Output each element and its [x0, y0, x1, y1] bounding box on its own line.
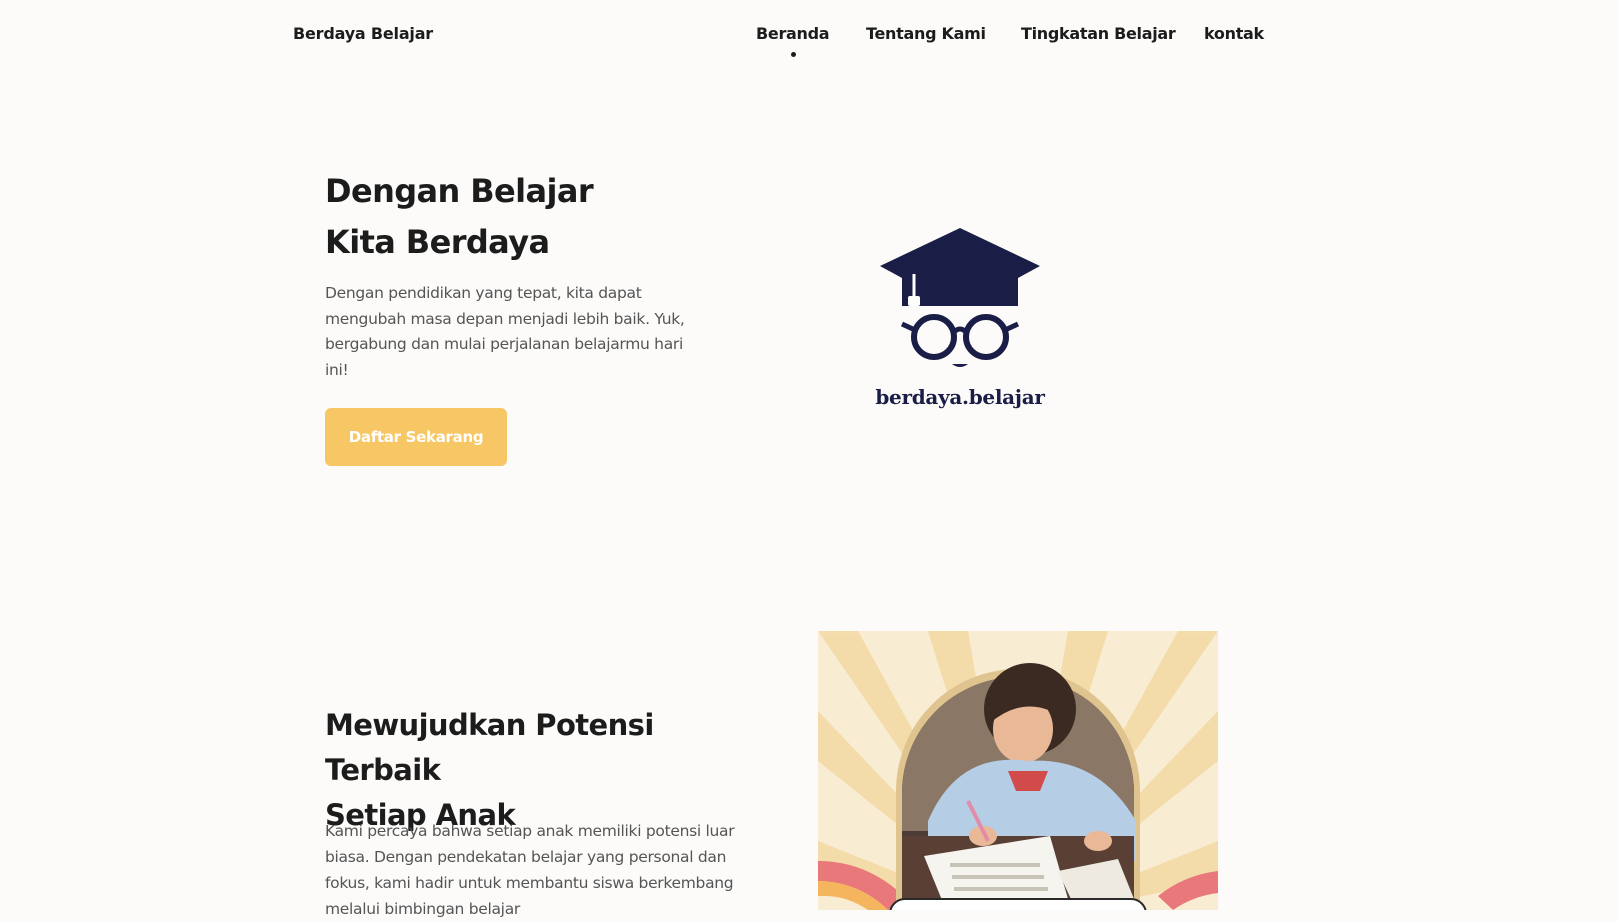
nav-label: Tingkatan Belajar: [1021, 24, 1176, 43]
student-photo-card: [818, 631, 1218, 910]
student-photo-illustration: [818, 631, 1218, 910]
daftar-sekarang-button[interactable]: Daftar Sekarang: [325, 408, 507, 466]
logo-wordmark: berdaya.belajar: [875, 385, 1045, 409]
nav-label: kontak: [1204, 24, 1264, 43]
nav-label: Tentang Kami: [866, 24, 986, 43]
nav-item-tentang-kami[interactable]: Tentang Kami: [866, 24, 986, 43]
hero-description: Dengan pendidikan yang tepat, kita dapat…: [325, 284, 685, 379]
nav-item-kontak[interactable]: kontak: [1204, 24, 1264, 43]
nav-label: Beranda: [756, 24, 830, 43]
hero-title: Dengan Belajar Kita Berdaya: [325, 166, 594, 268]
main-nav: Beranda Tentang Kami Tingkatan Belajar k…: [0, 24, 1618, 64]
section-title-line1: Mewujudkan Potensi Terbaik: [325, 708, 654, 787]
hero-title-line1: Dengan Belajar: [325, 172, 594, 210]
section-description: Kami percaya bahwa setiap anak memiliki …: [325, 822, 735, 918]
active-indicator-dot: [790, 52, 796, 57]
hero-title-line2: Kita Berdaya: [325, 223, 550, 261]
nav-item-tingkatan-belajar[interactable]: Tingkatan Belajar: [1021, 24, 1176, 43]
nav-item-beranda[interactable]: Beranda: [756, 24, 830, 57]
